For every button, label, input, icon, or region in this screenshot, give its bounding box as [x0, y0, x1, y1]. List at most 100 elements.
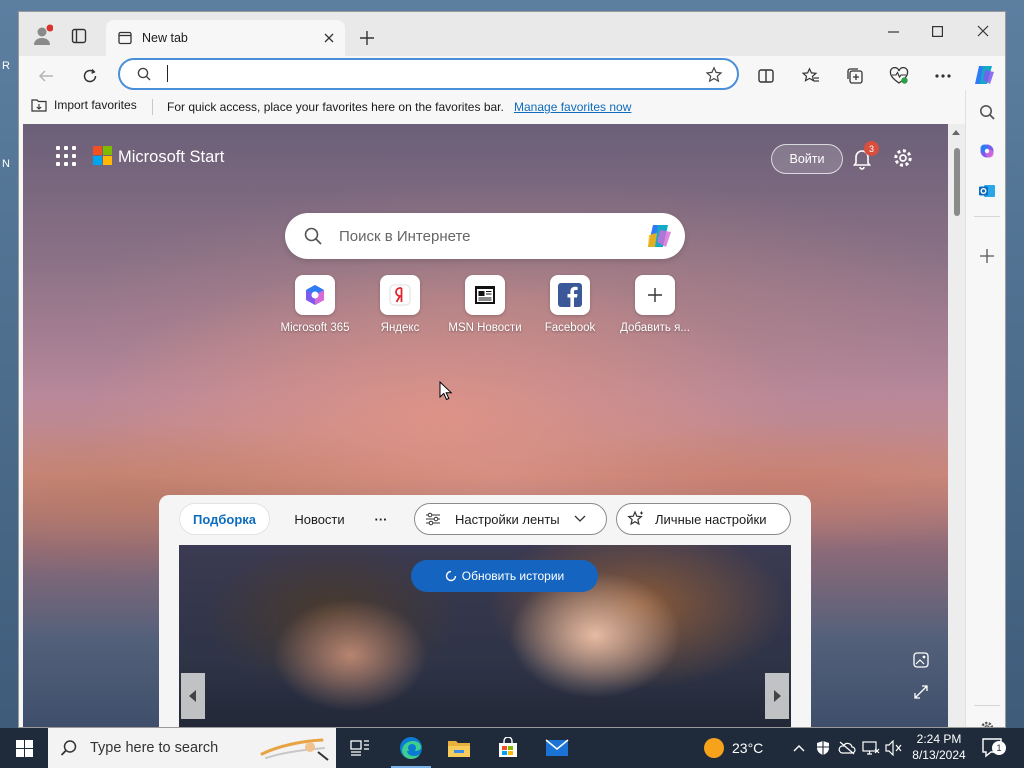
import-favorites-label: Import favorites	[54, 98, 137, 112]
split-screen-button[interactable]	[749, 60, 783, 92]
minimize-icon	[887, 30, 899, 33]
quick-link-facebook[interactable]: Facebook	[528, 275, 612, 334]
title-bar: New tab	[19, 12, 1005, 56]
refresh-button[interactable]	[73, 60, 107, 92]
scrollbar-thumb[interactable]	[954, 148, 960, 216]
page-scrollbar[interactable]	[948, 124, 965, 727]
personalize-label: Личные настройки	[655, 511, 767, 527]
app-launcher-button[interactable]	[56, 146, 76, 166]
heart-pulse-icon	[889, 67, 909, 84]
facebook-icon	[558, 283, 582, 307]
system-clock[interactable]: 2:24 PM 8/13/2024	[904, 731, 974, 763]
sidebar-add-button[interactable]	[971, 240, 1003, 272]
mail-icon	[545, 739, 569, 756]
network-icon	[862, 741, 880, 755]
address-bar[interactable]	[118, 58, 739, 90]
taskbar-edge[interactable]	[387, 728, 435, 768]
close-window-button[interactable]	[961, 16, 1005, 46]
minimize-button[interactable]	[871, 16, 915, 46]
new-tab-button[interactable]	[353, 24, 381, 52]
taskbar-search-placeholder: Type here to search	[90, 740, 219, 756]
refresh-stories-label: Обновить истории	[461, 569, 565, 583]
tab-title: New tab	[142, 31, 188, 45]
taskbar-search-box[interactable]: Type here to search	[48, 728, 336, 768]
show-hidden-icons-button[interactable]	[790, 728, 808, 768]
quick-link-add[interactable]: Добавить я...	[613, 275, 697, 334]
copilot-icon[interactable]	[644, 221, 674, 251]
expand-icon[interactable]	[912, 683, 930, 701]
web-search-input[interactable]	[339, 226, 629, 246]
close-icon	[977, 25, 989, 37]
split-screen-icon	[758, 69, 774, 83]
web-search-box[interactable]	[285, 213, 685, 259]
network-tray-icon[interactable]	[860, 728, 882, 768]
chevron-down-icon	[574, 515, 586, 522]
copilot-button[interactable]	[967, 59, 1001, 91]
browser-essentials-button[interactable]	[882, 60, 916, 92]
quick-link-msn-news[interactable]: MSN Новости	[443, 275, 527, 334]
tab-close-button[interactable]	[315, 24, 343, 52]
feed-tab-news[interactable]: Новости	[282, 503, 357, 535]
cloud-offline-icon	[838, 741, 856, 755]
feed-hero-image[interactable]: Обновить истории	[179, 545, 791, 727]
copilot-icon	[975, 66, 994, 84]
browser-window: New tab Import favorites For quick acces…	[18, 11, 1006, 728]
weather-widget[interactable]: 23°C	[704, 728, 763, 768]
msn-news-icon	[475, 286, 495, 304]
favorites-hint: For quick access, place your favorites h…	[167, 100, 504, 114]
back-button[interactable]	[29, 60, 63, 92]
page-settings-gear-icon[interactable]	[891, 146, 915, 170]
cloud-sync-tray-icon[interactable]	[836, 728, 858, 768]
sidebar-settings-button[interactable]	[971, 712, 1003, 727]
taskbar-file-explorer[interactable]	[435, 728, 483, 768]
scroll-up-arrow-icon[interactable]	[952, 130, 960, 135]
feed-settings-label: Настройки ленты	[455, 511, 560, 527]
sun-icon	[704, 738, 724, 758]
address-input[interactable]	[164, 65, 684, 83]
tab-new-tab[interactable]: New tab	[106, 20, 345, 56]
collections-button[interactable]	[838, 60, 872, 92]
edge-icon	[400, 737, 422, 759]
sign-in-button[interactable]: Войти	[771, 144, 843, 174]
carousel-prev-button[interactable]	[181, 673, 205, 719]
manage-favorites-link[interactable]: Manage favorites now	[514, 100, 631, 114]
image-info-icon[interactable]	[912, 651, 930, 669]
quick-link-yandex[interactable]: Яндекс	[358, 275, 442, 334]
quick-link-microsoft-365[interactable]: Microsoft 365	[273, 275, 357, 334]
feed-settings-button[interactable]: Настройки ленты	[414, 503, 607, 535]
close-icon	[324, 33, 334, 43]
quick-link-label: Добавить я...	[620, 322, 690, 334]
feed-more-button[interactable]: ···	[366, 503, 396, 535]
feed-tab-selection[interactable]: Подборка	[179, 503, 270, 535]
profile-button[interactable]	[29, 22, 55, 48]
sidebar-copilot-button[interactable]	[971, 135, 1003, 167]
task-view-button[interactable]	[336, 728, 384, 768]
taskbar-microsoft-store[interactable]	[484, 728, 532, 768]
sidebar-outlook-button[interactable]	[971, 175, 1003, 207]
favorites-bar: Import favorites For quick access, place…	[19, 92, 966, 122]
import-favorites-button[interactable]: Import favorites	[31, 98, 137, 112]
refresh-stories-button[interactable]: Обновить истории	[411, 560, 598, 592]
folder-icon	[448, 741, 470, 757]
sidebar-search-button[interactable]	[971, 96, 1003, 128]
quick-link-label: MSN Новости	[448, 322, 522, 334]
quick-link-label: Яндекс	[380, 322, 420, 334]
import-folder-icon	[31, 99, 47, 112]
edge-sidebar	[965, 90, 1005, 727]
volume-tray-icon[interactable]	[884, 728, 904, 768]
search-highlight-illustration-icon	[260, 738, 329, 761]
maximize-button[interactable]	[915, 16, 959, 46]
shield-icon	[817, 741, 829, 755]
taskbar-mail[interactable]	[533, 728, 581, 768]
more-menu-button[interactable]	[926, 60, 960, 92]
start-button[interactable]	[0, 728, 48, 768]
favorite-star-icon[interactable]	[705, 66, 723, 84]
divider	[974, 705, 1000, 706]
defender-tray-icon[interactable]	[812, 728, 834, 768]
personalize-button[interactable]: Личные настройки	[616, 503, 791, 535]
notification-count-badge: 1	[992, 741, 1006, 755]
tab-actions-button[interactable]	[67, 24, 91, 48]
tab-page-icon	[118, 31, 132, 45]
favorites-button[interactable]	[794, 60, 828, 92]
carousel-next-button[interactable]	[765, 673, 789, 719]
